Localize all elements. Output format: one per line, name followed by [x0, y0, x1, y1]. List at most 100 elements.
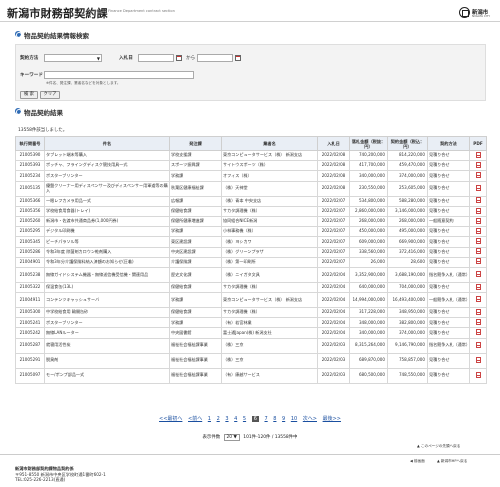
page-link[interactable]: 9 — [282, 416, 285, 422]
page-link[interactable]: 8 — [273, 416, 276, 422]
cell-item-name[interactable]: ピーチパラソル等 — [44, 236, 170, 248]
logo-subtext: NIIGATA CITY — [472, 14, 491, 18]
keyword-input[interactable] — [44, 71, 194, 79]
cell-contract-no: 21005135 — [15, 180, 45, 197]
cell-item-name[interactable]: 令和3年度 除菌剤カロウン乾剤購入 — [44, 246, 170, 258]
cell-item-name[interactable]: 優盤クリーナー用ディスペンサー及びディスペンサー用軍道等の購入 — [44, 180, 170, 197]
cell-contract-no: 21005295 — [15, 226, 45, 238]
cell-bid-date: 2022/02/04 — [317, 327, 350, 339]
cell-pdf — [469, 226, 487, 238]
cell-item-name[interactable]: ボスターブリンター — [44, 170, 170, 182]
cell-vendor: 東京コンピュータサービス（株） 新潟支店 — [221, 292, 318, 309]
cell-item-name[interactable]: ボスターブリンター — [44, 317, 170, 329]
cell-bid-date: 2022/02/03 — [317, 337, 350, 354]
cell-item-name[interactable]: 無線ガイドシステム機器・無線送信機受信機・関連用品 — [44, 266, 170, 283]
first-page-link[interactable]: <<最初へ — [159, 415, 182, 422]
pdf-icon[interactable] — [475, 271, 481, 278]
city-logo[interactable]: 新潟市 NIIGATA CITY — [459, 7, 494, 20]
cell-item-name[interactable]: 中学校給食用 輸開缶砂 — [44, 307, 170, 319]
per-page-select[interactable]: 20 ▼ — [223, 434, 240, 441]
cell-contract-amount: 459,470,000 — [387, 160, 428, 172]
cell-department: 学校支援課 — [169, 149, 222, 162]
page-link[interactable]: 4 — [234, 416, 237, 422]
cell-pdf — [469, 337, 487, 354]
pdf-icon[interactable] — [475, 184, 481, 191]
cell-item-name[interactable]: 保温食缶(13L) — [44, 281, 170, 294]
cell-contract-no: 21005390 — [15, 149, 45, 162]
prev-page-link[interactable]: <前へ — [188, 415, 202, 422]
cell-method: 見積り合せ — [427, 327, 470, 339]
back-link[interactable]: ◀ 前画面 — [410, 459, 425, 464]
pdf-icon[interactable] — [475, 319, 481, 326]
cell-item-name[interactable]: コンテンツキャッシュサーバ — [44, 292, 170, 309]
date-to-input[interactable] — [197, 54, 233, 62]
cell-vendor: （株）三京 — [221, 352, 318, 369]
cell-department: 福祉社会福祉課事業 — [169, 337, 222, 354]
table-header-row: 執行問番号 件名 発注課 業者名 入札日 落札金額（税抜：円） 契約金額（税込：… — [15, 136, 487, 151]
cell-department: 保健所健康増進課 — [169, 215, 222, 228]
page-link[interactable]: 5 — [243, 416, 246, 422]
table-row: 21005295 デジタル印刷機 学務課 小林事務機（株） 2022/02/07 450,… — [15, 226, 487, 238]
cell-item-name[interactable]: ポッチャ、フライングディスク競技用具一式 — [44, 160, 170, 172]
cell-bid-date: 2022/02/07 — [317, 246, 350, 258]
cell-bid-amount: 14,994,000,000 — [349, 292, 388, 309]
city-home-link[interactable]: ▲ 新潟市HPへ戻る — [437, 459, 467, 464]
page-link[interactable]: 10 — [291, 416, 297, 422]
pdf-icon[interactable] — [475, 197, 481, 204]
pdf-icon[interactable] — [475, 161, 481, 168]
last-page-link[interactable]: 最後>> — [323, 415, 341, 422]
pdf-icon[interactable] — [475, 172, 481, 179]
cell-item-name[interactable]: 脱臭剤 — [44, 352, 170, 369]
pdf-icon[interactable] — [475, 296, 481, 303]
cell-contract-no: 21005242 — [15, 327, 45, 339]
pdf-icon[interactable] — [475, 308, 481, 315]
cell-contract-no: 21004911 — [15, 292, 45, 309]
pdf-icon[interactable] — [475, 207, 481, 214]
cell-bid-amount: 2,860,000,000 — [349, 205, 388, 217]
cell-item-name[interactable]: 令和3年分介護保険料納入済額のお知らせ(圧着) — [44, 256, 170, 268]
date-from-input[interactable] — [138, 54, 174, 62]
page-link[interactable]: 7 — [264, 416, 267, 422]
cell-item-name[interactable]: 無線LANルーター — [44, 327, 170, 339]
cell-item-name[interactable]: モー/ポンプ部品一式 — [44, 367, 170, 384]
clear-button[interactable]: クリア — [40, 91, 60, 99]
cell-bid-amount: 230,550,000 — [349, 180, 388, 197]
calendar-icon[interactable] — [176, 55, 182, 61]
pdf-icon[interactable] — [475, 283, 481, 290]
page-link[interactable]: 3 — [225, 416, 228, 422]
calendar-icon[interactable] — [235, 55, 241, 61]
pdf-icon[interactable] — [475, 238, 481, 245]
cell-item-name[interactable]: 就寝用活性炭 — [44, 337, 170, 354]
pdf-icon[interactable] — [475, 217, 481, 224]
cell-method: 見積り合せ — [427, 246, 470, 258]
method-select[interactable]: ▼ — [44, 54, 102, 62]
cell-item-name[interactable]: タブレット端末等購入 — [44, 149, 170, 162]
pdf-icon[interactable] — [475, 371, 481, 378]
cell-pdf — [469, 205, 487, 217]
site-header: 新潟市財務部契約課 Niigata City Finance Departmen… — [0, 0, 500, 22]
cell-contract-no: 21005238 — [15, 266, 45, 283]
page-top-link[interactable]: ▲ このページの先頭へ戻る — [417, 444, 460, 449]
cell-method: 一般随意契約 — [427, 215, 470, 228]
next-page-link[interactable]: 次へ> — [303, 415, 317, 422]
page-link[interactable]: 2 — [217, 416, 220, 422]
cell-item-name[interactable]: デジタル印刷機 — [44, 226, 170, 238]
cell-item-name[interactable]: 学校給食用食器(トレイ) — [44, 205, 170, 217]
cell-bid-amount: 417,700,000 — [349, 160, 388, 172]
cell-bid-date: 2022/02/08 — [317, 170, 350, 182]
pdf-icon[interactable] — [475, 248, 481, 255]
cell-department: 学務課 — [169, 226, 222, 238]
footer-divider — [0, 454, 500, 455]
search-button[interactable]: 検 索 — [20, 91, 38, 99]
pdf-icon[interactable] — [475, 356, 481, 363]
cell-item-name[interactable]: 新潟市・佐渡市共通商品券(1,000円券) — [44, 215, 170, 228]
date-label: 入札日 — [119, 56, 133, 61]
pdf-icon[interactable] — [475, 258, 481, 265]
page-link[interactable]: 1 — [208, 416, 211, 422]
pdf-icon[interactable] — [475, 227, 481, 234]
pdf-icon[interactable] — [475, 329, 481, 336]
pdf-icon[interactable] — [475, 341, 481, 348]
cell-item-name[interactable]: 一眼レフカメラ用品一式 — [44, 195, 170, 207]
cell-pdf — [469, 180, 487, 197]
pdf-icon[interactable] — [475, 151, 481, 158]
